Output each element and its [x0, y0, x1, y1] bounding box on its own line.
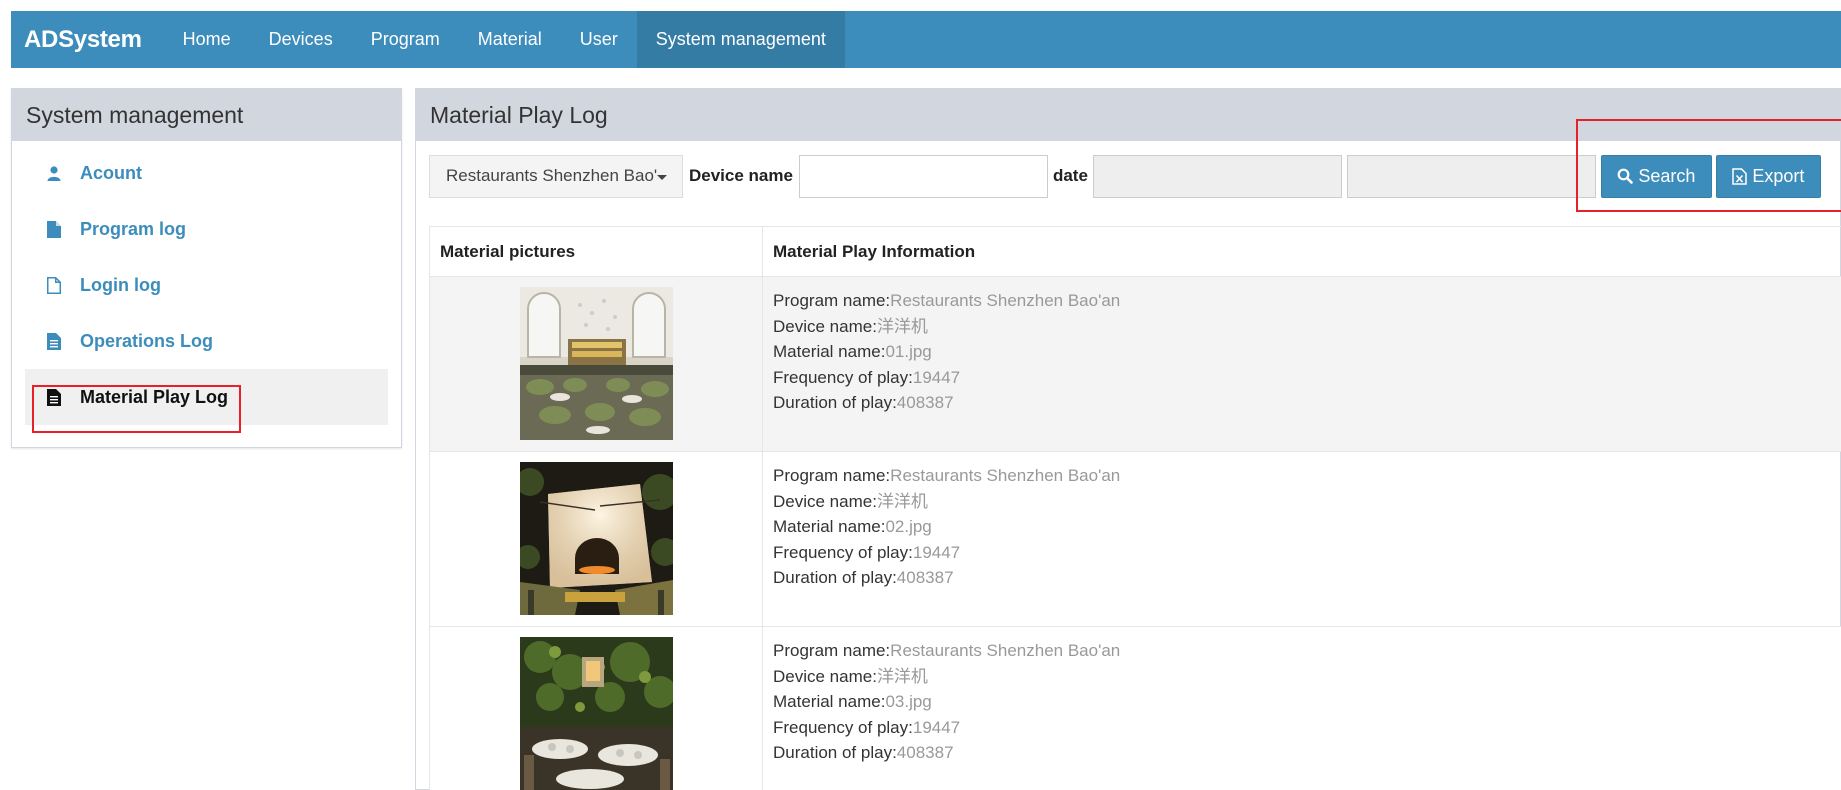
nav-system-management[interactable]: System management	[636, 11, 845, 68]
device-name-label: Device name	[689, 166, 793, 185]
sidebar-item-label: Operations Log	[80, 330, 214, 351]
program-name-label: Program name:	[773, 291, 891, 310]
table-row: Program name:Restaurants Shenzhen Bao'an…	[429, 452, 1841, 627]
sidebar-title: System management	[12, 89, 401, 141]
material-name-value: 02.jpg	[885, 517, 932, 536]
caret-down-icon	[657, 174, 667, 180]
material-thumbnail[interactable]	[519, 637, 673, 790]
program-name-value: Restaurants Shenzhen Bao'an	[890, 291, 1121, 310]
device-name-value: 洋洋机	[876, 491, 928, 511]
material-name-value: 03.jpg	[885, 692, 932, 711]
duration-label: Duration of play:	[773, 568, 897, 587]
date-end-input[interactable]	[1346, 154, 1596, 198]
info-cell: Program name:Restaurants Shenzhen Bao'an…	[763, 277, 1841, 451]
sidebar-item-operations-log[interactable]: Operations Log	[25, 313, 388, 369]
material-thumbnail[interactable]	[519, 462, 673, 615]
duration-value: 408387	[896, 568, 954, 587]
date-start-input[interactable]	[1092, 154, 1342, 198]
date-label: date	[1052, 166, 1088, 185]
program-name-label: Program name:	[773, 641, 891, 660]
frequency-label: Frequency of play:	[773, 367, 913, 387]
sidebar-item-label: Login log	[80, 274, 161, 295]
user-icon	[46, 165, 61, 182]
device-name-label: Device name:	[773, 316, 877, 336]
device-name-label: Device name:	[773, 666, 877, 686]
device-name-value: 洋洋机	[876, 666, 928, 686]
program-select[interactable]: Restaurants Shenzhen Bao'an	[429, 154, 683, 198]
file-text-icon	[46, 332, 61, 350]
table-row: Program name:Restaurants Shenzhen Bao'an…	[429, 627, 1841, 790]
nav-material[interactable]: Material	[459, 11, 561, 68]
material-name-label: Material name:	[773, 517, 886, 536]
picture-cell	[429, 277, 763, 451]
duration-value: 408387	[896, 393, 954, 412]
nav-user[interactable]: User	[561, 11, 637, 68]
program-name-label: Program name:	[773, 466, 891, 485]
column-header-info: Material Play Information	[773, 241, 976, 261]
sidebar-item-label: Program log	[80, 218, 187, 239]
sidebar-item-acount[interactable]: Acount	[25, 145, 388, 201]
table-header: Material pictures Material Play Informat…	[429, 227, 1841, 277]
duration-value: 408387	[896, 743, 954, 762]
duration-label: Duration of play:	[773, 743, 897, 762]
frequency-value: 19447	[912, 717, 961, 737]
program-name-value: Restaurants Shenzhen Bao'an	[890, 641, 1121, 660]
info-cell: Program name:Restaurants Shenzhen Bao'an…	[763, 627, 1841, 790]
nav-program[interactable]: Program	[352, 11, 459, 68]
device-name-input[interactable]	[798, 154, 1048, 198]
picture-cell	[429, 627, 763, 790]
material-play-table: Material pictures Material Play Informat…	[429, 226, 1841, 790]
sidebar-item-program-log[interactable]: Program log	[25, 201, 388, 257]
highlight-box-actions	[1576, 119, 1841, 212]
program-name-value: Restaurants Shenzhen Bao'an	[890, 466, 1121, 485]
material-name-value: 01.jpg	[885, 342, 932, 361]
material-name-label: Material name:	[773, 342, 886, 361]
material-thumbnail[interactable]	[519, 287, 673, 440]
nav-home[interactable]: Home	[164, 11, 250, 68]
nav-devices[interactable]: Devices	[250, 11, 352, 68]
frequency-label: Frequency of play:	[773, 542, 913, 562]
sidebar-item-label: Acount	[80, 162, 142, 183]
frequency-value: 19447	[912, 542, 961, 562]
sidebar-menu: Acount Program log Login log Operations …	[12, 141, 401, 425]
sidebar-item-login-log[interactable]: Login log	[25, 257, 388, 313]
column-header-pictures: Material pictures	[429, 227, 763, 276]
device-name-label: Device name:	[773, 491, 877, 511]
frequency-label: Frequency of play:	[773, 717, 913, 737]
file-outline-icon	[46, 276, 61, 294]
info-cell: Program name:Restaurants Shenzhen Bao'an…	[763, 452, 1841, 626]
program-select-value: Restaurants Shenzhen Bao'an	[446, 166, 658, 185]
duration-label: Duration of play:	[773, 393, 897, 412]
material-name-label: Material name:	[773, 692, 886, 711]
brand-logo[interactable]: ADSystem	[11, 11, 164, 68]
highlight-box-sidebar	[32, 385, 241, 433]
picture-cell	[429, 452, 763, 626]
device-name-value: 洋洋机	[876, 316, 928, 336]
frequency-value: 19447	[912, 367, 961, 387]
table-row: Program name:Restaurants Shenzhen Bao'an…	[429, 277, 1841, 452]
file-icon	[46, 220, 61, 238]
top-navbar: ADSystem Home Devices Program Material U…	[11, 11, 1841, 68]
